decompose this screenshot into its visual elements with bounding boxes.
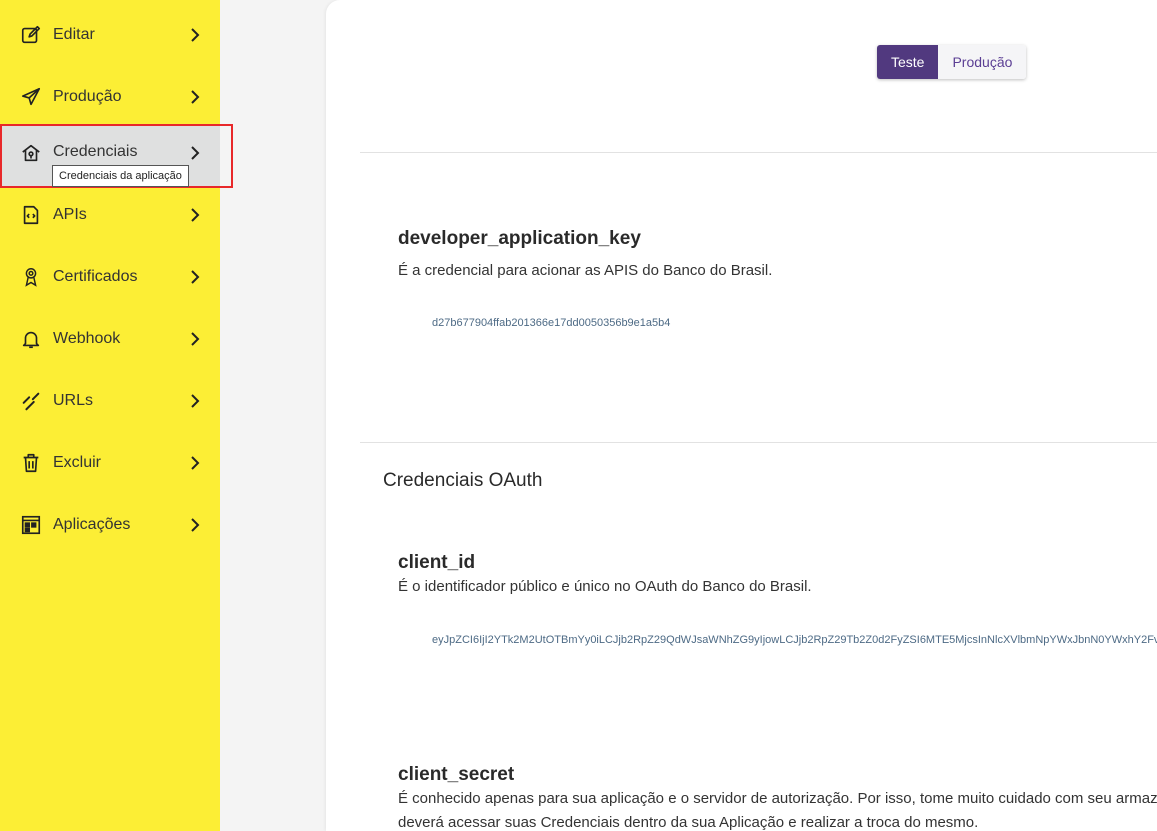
sidebar-item-editar[interactable]: Editar [0,4,220,66]
chevron-right-icon [188,332,202,346]
sidebar-item-label: Aplicações [53,516,131,533]
developer-key-title: developer_application_key [398,228,641,249]
environment-toggle: Teste Produção [877,45,1027,79]
chevron-right-icon [188,90,202,104]
sidebar-item-label: Webhook [53,330,121,347]
toggle-teste-button[interactable]: Teste [877,45,939,79]
paper-plane-icon [19,85,43,109]
link-icon [19,389,43,413]
divider [360,442,1157,443]
chevron-right-icon [188,208,202,222]
client-id-title: client_id [398,552,476,573]
chevron-right-icon [188,146,202,160]
developer-key-description: É a credencial para acionar as APIS do B… [398,262,773,279]
edit-icon [19,23,43,47]
sidebar-item-excluir[interactable]: Excluir [0,432,220,494]
oauth-section-title: Credenciais OAuth [383,470,543,491]
main-panel: Teste Produção developer_application_key… [326,0,1157,831]
chevron-right-icon [188,28,202,42]
divider [360,152,1157,153]
sidebar-item-label: APIs [53,206,87,223]
house-key-icon [19,141,43,165]
sidebar-item-label: Excluir [53,454,102,471]
client-secret-title: client_secret [398,764,515,785]
toggle-producao-button[interactable]: Produção [938,45,1027,79]
apps-grid-icon [19,513,43,537]
client-secret-description-line2: deverá acessar suas Credenciais dentro d… [398,814,979,831]
api-code-icon [19,203,43,227]
sidebar-item-webhook[interactable]: Webhook [0,308,220,370]
developer-key-value[interactable]: d27b677904ffab201366e17dd0050356b9e1a5b4 [432,317,670,329]
tooltip: Credenciais da aplicação [52,165,189,187]
sidebar-item-urls[interactable]: URLs [0,370,220,432]
sidebar-item-certificados[interactable]: Certificados [0,246,220,308]
sidebar-item-label: Editar [53,26,95,43]
chevron-right-icon [188,456,202,470]
sidebar-item-label: Certificados [53,268,138,285]
certificate-ribbon-icon [19,265,43,289]
sidebar-item-label: Produção [53,88,122,105]
bell-icon [19,327,43,351]
trash-icon [19,451,43,475]
chevron-right-icon [188,394,202,408]
client-id-value[interactable]: eyJpZCI6IjI2YTk2M2UtOTBmYy0iLCJjb2RpZ29Q… [432,634,1157,646]
sidebar: Editar Produção Credenciais APIs Certifi… [0,0,220,831]
client-id-description: É o identificador público e único no OAu… [398,578,812,595]
sidebar-item-producao[interactable]: Produção [0,66,220,128]
sidebar-item-apis[interactable]: APIs [0,184,220,246]
chevron-right-icon [188,270,202,284]
client-secret-description-line1: É conhecido apenas para sua aplicação e … [398,790,1157,807]
sidebar-item-label: URLs [53,392,94,409]
chevron-right-icon [188,518,202,532]
sidebar-item-aplicacoes[interactable]: Aplicações [0,494,220,556]
sidebar-item-label: Credenciais [53,143,138,160]
